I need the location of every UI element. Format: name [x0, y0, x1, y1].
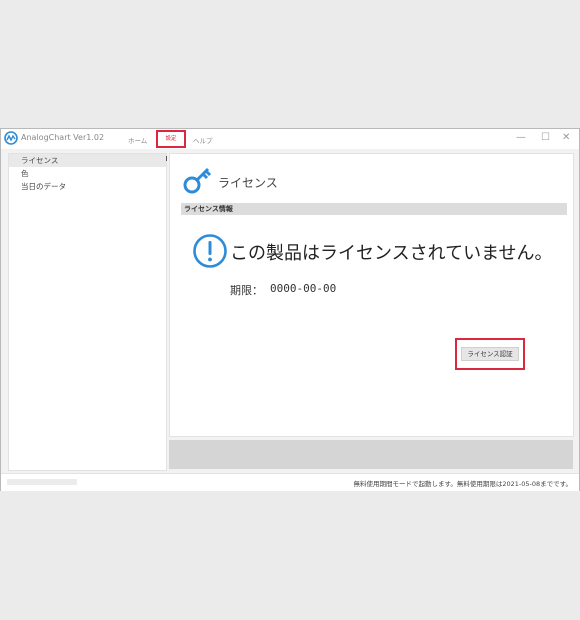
- expiry-value: 0000-00-00: [270, 282, 337, 295]
- menu-settings[interactable]: 設定: [156, 130, 186, 148]
- status-message: 無料使用期間モードで起動します。無料使用期限は2021-05-08までです。: [353, 480, 572, 488]
- info-circle-icon: [193, 234, 227, 268]
- close-button[interactable]: ✕: [562, 132, 570, 144]
- status-progress-bar: [7, 479, 77, 485]
- splitter-handle[interactable]: [166, 156, 167, 161]
- app-window: AnalogChart Ver1.02 ホーム 設定 ヘルプ — ☐ ✕ ライセ…: [0, 128, 580, 491]
- key-icon: [183, 167, 212, 194]
- minimize-button[interactable]: —: [516, 132, 526, 144]
- menu-help[interactable]: ヘルプ: [193, 135, 213, 145]
- settings-sidebar: ライセンス 色 当日のデータ: [8, 153, 167, 471]
- sidebar-item-today-data[interactable]: 当日のデータ: [9, 180, 166, 193]
- license-auth-highlight: ライセンス認証: [455, 338, 525, 370]
- license-title: ライセンス: [218, 176, 278, 190]
- sidebar-item-color[interactable]: 色: [9, 167, 166, 180]
- maximize-button[interactable]: ☐: [541, 132, 550, 144]
- status-bar: 無料使用期間モードで起動します。無料使用期限は2021-05-08までです。: [1, 473, 579, 491]
- title-bar: AnalogChart Ver1.02 ホーム 設定 ヘルプ — ☐ ✕: [1, 129, 579, 149]
- app-title: AnalogChart Ver1.02: [21, 133, 105, 142]
- license-status-message: この製品はライセンスされていません。: [230, 243, 553, 264]
- bottom-panel: [169, 440, 573, 469]
- license-info-header: ライセンス情報: [181, 203, 567, 215]
- sidebar-item-license[interactable]: ライセンス: [9, 154, 166, 167]
- license-panel: ライセンス ライセンス情報 この製品はライセンスされていません。 期限： 000…: [169, 153, 574, 437]
- license-auth-button[interactable]: ライセンス認証: [461, 347, 519, 361]
- app-logo-icon: [4, 131, 18, 145]
- expiry-label: 期限：: [230, 284, 263, 297]
- menu-home[interactable]: ホーム: [128, 135, 147, 145]
